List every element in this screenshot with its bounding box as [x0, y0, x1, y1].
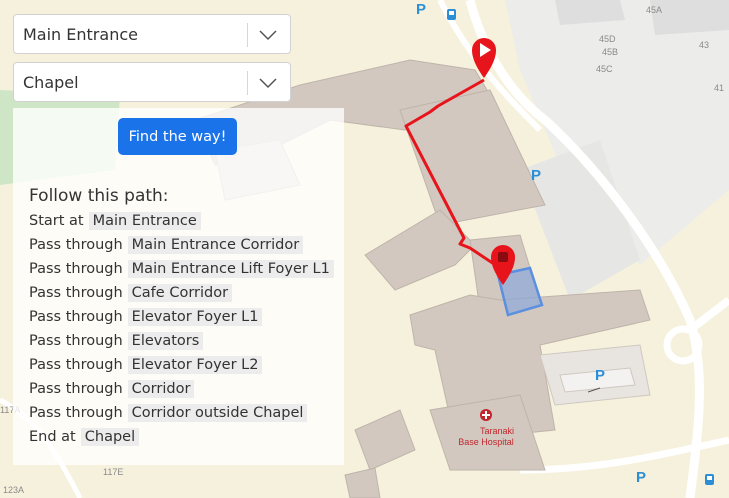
start-location-value: Main Entrance — [23, 25, 138, 44]
step-prefix: Pass through — [29, 405, 123, 421]
step-prefix: Start at — [29, 213, 84, 229]
directions-list: Follow this path: Start at Main Entrance P… — [29, 183, 334, 449]
direction-step: Pass through Corridor outside Chapel — [29, 401, 334, 425]
direction-step: Pass through Elevators — [29, 329, 334, 353]
select-separator — [247, 23, 248, 47]
address-label: 45A — [646, 5, 662, 15]
chevron-down-icon[interactable] — [258, 27, 278, 43]
find-the-way-button[interactable]: Find the way! — [118, 118, 237, 155]
direction-step: Pass through Main Entrance Lift Foyer L1 — [29, 257, 334, 281]
hospital-label: Taranaki — [480, 426, 514, 436]
step-prefix: Pass through — [29, 285, 123, 301]
address-label: 45D — [599, 34, 616, 44]
step-place: Elevators — [127, 332, 204, 350]
parking-label: P — [595, 367, 605, 384]
select-separator — [247, 71, 248, 95]
step-place: Main Entrance — [88, 212, 201, 230]
directions-title: Follow this path: — [29, 186, 169, 206]
step-place: Corridor outside Chapel — [127, 404, 308, 422]
direction-step: Pass through Corridor — [29, 377, 334, 401]
step-prefix: Pass through — [29, 333, 123, 349]
direction-step: Pass through Elevator Foyer L2 — [29, 353, 334, 377]
step-place: Elevator Foyer L1 — [127, 308, 263, 326]
parking-label: P — [416, 1, 426, 18]
address-label: 45B — [602, 47, 618, 57]
step-prefix: End at — [29, 429, 76, 445]
step-place: Cafe Corridor — [127, 284, 233, 302]
direction-step: Pass through Main Entrance Corridor — [29, 233, 334, 257]
address-label: 41 — [714, 83, 724, 93]
start-location-select[interactable]: Main Entrance — [13, 14, 291, 54]
hospital-cross — [482, 414, 490, 416]
step-place: Main Entrance Corridor — [127, 236, 304, 254]
step-prefix: Pass through — [29, 261, 123, 277]
step-place: Main Entrance Lift Foyer L1 — [127, 260, 334, 278]
bus-stop-icon — [447, 9, 456, 20]
step-prefix: Pass through — [29, 357, 123, 373]
parking-label: P — [531, 167, 541, 184]
step-place: Chapel — [80, 428, 140, 446]
step-prefix: Pass through — [29, 381, 123, 397]
step-place: Elevator Foyer L2 — [127, 356, 263, 374]
address-label: 43 — [699, 40, 709, 50]
directions-steps: Start at Main Entrance Pass through Main En… — [29, 209, 334, 449]
parking-label: P — [636, 469, 646, 486]
hospital-label: Base Hospital — [458, 437, 514, 447]
direction-step: End at Chapel — [29, 425, 334, 449]
step-prefix: Pass through — [29, 309, 123, 325]
direction-step: Start at Main Entrance — [29, 209, 334, 233]
end-location-value: Chapel — [23, 73, 79, 92]
direction-step: Pass through Elevator Foyer L1 — [29, 305, 334, 329]
step-place: Corridor — [127, 380, 195, 398]
address-label: 117E — [103, 467, 123, 477]
end-location-select[interactable]: Chapel — [13, 62, 291, 102]
stop-icon — [498, 252, 508, 262]
direction-step: Pass through Cafe Corridor — [29, 281, 334, 305]
bus-stop-icon — [705, 474, 714, 485]
chevron-down-icon[interactable] — [258, 75, 278, 91]
address-label: 123A — [3, 485, 24, 495]
address-label: 45C — [596, 64, 613, 74]
step-prefix: Pass through — [29, 237, 123, 253]
